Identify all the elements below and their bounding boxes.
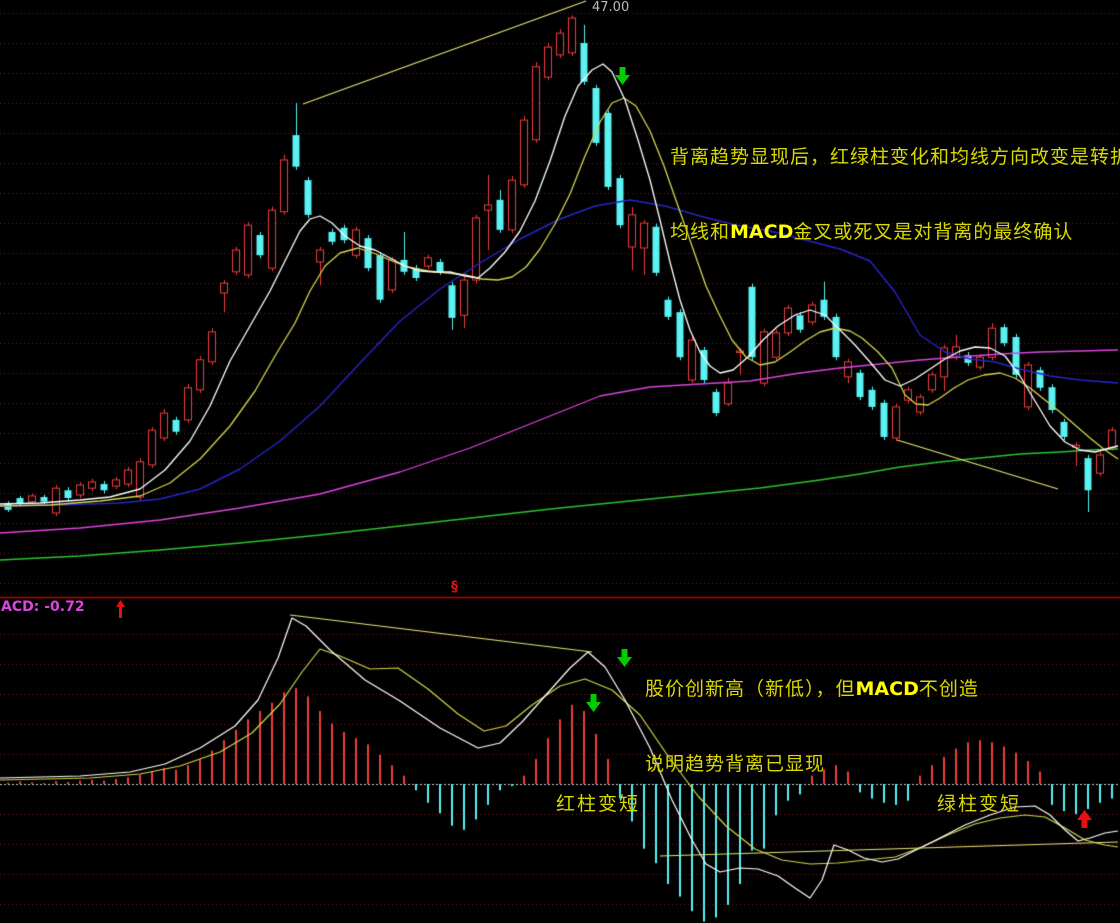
annotation-mid-line2: 说明趋势背离已显现: [645, 753, 825, 775]
divergence-annotation-mid: 股价创新高（新低），但MACD不创造 说明趋势背离已显现: [645, 627, 979, 827]
red-bars-shorten-label: 红柱变短: [556, 789, 640, 816]
peak-price-label: 47.00: [592, 0, 629, 15]
annotation-mid-line1: 股价创新高（新低），但MACD不创造: [645, 677, 979, 702]
up-arrow-icon: [87, 600, 125, 618]
macd-value-label: ACD: -0.72: [1, 599, 125, 617]
stock-chart-screen: 47.00 背离趋势显现后，红绿柱变化和均线方向改变是转折点 均线和MACD金叉…: [0, 0, 1120, 923]
green-bars-shorten-label: 绿柱变短: [937, 789, 1021, 816]
section-marker: §: [451, 579, 458, 595]
down-arrow-icon: [616, 649, 633, 667]
up-arrow-icon: [1076, 810, 1093, 828]
divergence-annotation-top: 背离趋势显现后，红绿柱变化和均线方向改变是转折点 均线和MACD金叉或死叉是对背…: [670, 95, 1120, 295]
annotation-top-line1: 背离趋势显现后，红绿柱变化和均线方向改变是转折点: [670, 146, 1120, 168]
annotation-top-line2: 均线和MACD金叉或死叉是对背离的最终确认: [670, 220, 1120, 245]
down-arrow-icon: [585, 694, 602, 712]
down-arrow-icon: [614, 67, 631, 85]
